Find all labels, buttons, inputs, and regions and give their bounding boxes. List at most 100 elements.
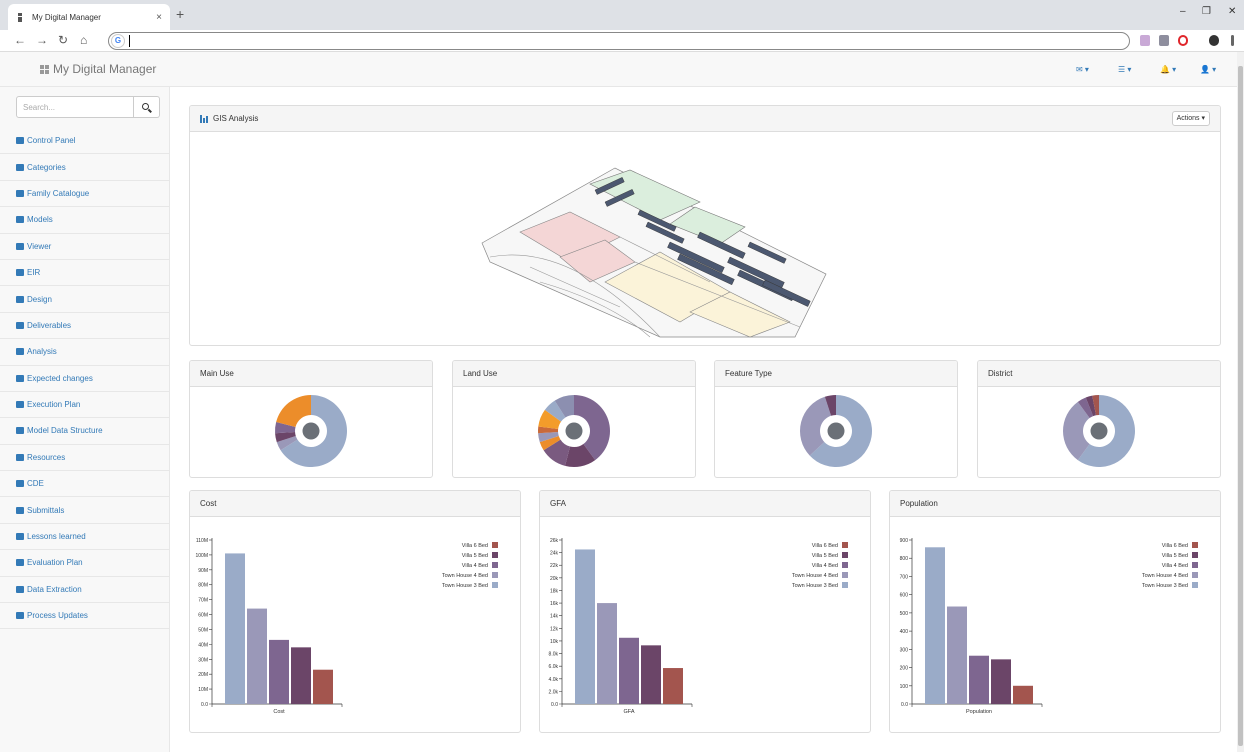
scrollbar-thumb[interactable] [1238,66,1243,746]
bar-villa-6-bed[interactable] [313,669,333,704]
tasks-dropdown[interactable]: ☰ ▾ [1118,65,1131,74]
alerts-dropdown[interactable]: 🔔 ▾ [1160,65,1176,74]
y-tick-label: 14k [550,614,559,620]
bar-town-house-3-bed[interactable] [575,549,595,704]
sidebar-item-control-panel[interactable]: Control Panel [0,128,170,155]
legend-swatch[interactable] [492,542,498,548]
y-tick-label: 30M [198,657,208,663]
legend-swatch[interactable] [1192,562,1198,568]
bar-chart: 0.0 100 200 300 400 500 600 700 800 900 Population… [900,538,1198,715]
browser-menu-icon[interactable] [1231,35,1234,46]
browser-tab[interactable]: My Digital Manager × [8,4,170,30]
sidebar-item-eir[interactable]: EIR [0,260,170,287]
donut-center[interactable] [1090,422,1108,440]
sidebar-item-viewer[interactable]: Viewer [0,234,170,260]
close-window-button[interactable]: ✕ [1228,6,1236,17]
back-button[interactable]: ← [14,33,26,47]
sidebar-item-analysis[interactable]: Analysis [0,339,170,366]
tab-close-icon[interactable]: × [156,12,162,23]
reload-button[interactable]: ↻ [58,33,68,47]
search-input[interactable] [16,96,134,118]
y-tick-label: 0.0 [901,702,908,708]
sidebar-item-family-catalogue[interactable]: Family Catalogue [0,181,170,208]
donut-chart[interactable] [798,393,874,469]
sidebar-item-model-data-structure[interactable]: Model Data Structure [0,418,170,445]
legend-swatch[interactable] [1192,572,1198,578]
sidebar-item-categories[interactable]: Categories [0,154,170,181]
sidebar-item-models[interactable]: Models [0,207,170,234]
brand[interactable]: My Digital Manager [40,62,156,76]
bar-villa-4-bed[interactable] [619,637,639,704]
home-button[interactable]: ⌂ [80,33,87,47]
legend-swatch[interactable] [492,552,498,558]
bar-town-house-3-bed[interactable] [925,547,945,704]
book-icon [16,533,24,541]
bar-panel-gfa: GFA 0.0 2.0k 4.0k 6.0k 8.0k 10k 12k 14k 16k 18k 20k… [539,490,871,733]
legend-label: Town House 3 Bed [792,583,838,589]
legend-swatch[interactable] [842,562,848,568]
legend-swatch[interactable] [492,572,498,578]
legend-swatch[interactable] [842,542,848,548]
page-scrollbar[interactable] [1237,52,1244,752]
x-axis-label: Cost [273,709,285,715]
legend-label: Villa 4 Bed [812,563,838,569]
bar-town-house-4-bed[interactable] [947,606,967,704]
donut-center[interactable] [302,422,320,440]
sidebar-item-label: Models [27,215,53,225]
bar-villa-4-bed[interactable] [269,639,289,704]
bar-villa-6-bed[interactable] [663,668,683,704]
sidebar-item-design[interactable]: Design [0,286,170,313]
sidebar-item-expected-changes[interactable]: Expected changes [0,366,170,392]
bar-villa-6-bed[interactable] [1013,685,1033,704]
donut-chart[interactable] [1061,393,1137,469]
legend-swatch[interactable] [492,562,498,568]
sidebar-item-resources[interactable]: Resources [0,445,170,472]
y-tick-label: 6.0k [549,664,559,670]
sidebar-item-cde[interactable]: CDE [0,471,170,498]
legend-swatch[interactable] [1192,552,1198,558]
bar-villa-5-bed[interactable] [991,659,1011,704]
new-tab-button[interactable]: + [176,6,184,22]
donut-center[interactable] [827,422,845,440]
bar-town-house-3-bed[interactable] [225,553,245,704]
minimize-button[interactable]: – [1180,6,1186,17]
y-tick-label: 0.0 [551,702,558,708]
extension-icon[interactable] [1159,35,1169,46]
actions-dropdown[interactable]: Actions ▾ [1171,111,1210,126]
panel-heading: Population [890,491,1220,517]
sidebar-item-process-updates[interactable]: Process Updates [0,603,170,630]
bar-villa-4-bed[interactable] [969,655,989,704]
donut-chart[interactable] [536,393,612,469]
bar-villa-5-bed[interactable] [291,647,311,704]
bar-town-house-4-bed[interactable] [597,603,617,704]
sidebar-item-submittals[interactable]: Submittals [0,497,170,524]
extension-icon[interactable] [1140,35,1150,46]
sidebar-item-deliverables[interactable]: Deliverables [0,313,170,340]
gis-map[interactable] [190,132,1220,345]
restore-button[interactable]: ❐ [1202,6,1211,17]
sidebar-item-execution-plan[interactable]: Execution Plan [0,392,170,419]
opera-icon[interactable] [1178,35,1188,46]
sidebar-item-evaluation-plan[interactable]: Evaluation Plan [0,550,170,577]
panel-heading: Land Use [453,361,695,387]
legend-swatch[interactable] [842,582,848,588]
messages-dropdown[interactable]: ✉ ▾ [1076,65,1089,74]
legend-swatch[interactable] [1192,582,1198,588]
panel-heading: Main Use [190,361,432,387]
donut-chart[interactable] [273,393,349,469]
bar-villa-5-bed[interactable] [641,645,661,704]
bar-town-house-4-bed[interactable] [247,608,267,704]
search-button[interactable] [134,96,160,118]
profile-avatar-icon[interactable] [1209,35,1219,46]
legend-swatch[interactable] [842,552,848,558]
sidebar-item-data-extraction[interactable]: Data Extraction [0,577,170,604]
address-bar[interactable]: G [108,32,1130,50]
user-dropdown[interactable]: 👤 ▾ [1200,65,1216,74]
legend-swatch[interactable] [1192,542,1198,548]
legend-swatch[interactable] [842,572,848,578]
sidebar-item-lessons-learned[interactable]: Lessons learned [0,524,170,551]
legend-swatch[interactable] [492,582,498,588]
donut-center[interactable] [565,422,583,440]
sidebar-item-label: Model Data Structure [27,426,103,436]
forward-button[interactable]: → [36,33,48,47]
